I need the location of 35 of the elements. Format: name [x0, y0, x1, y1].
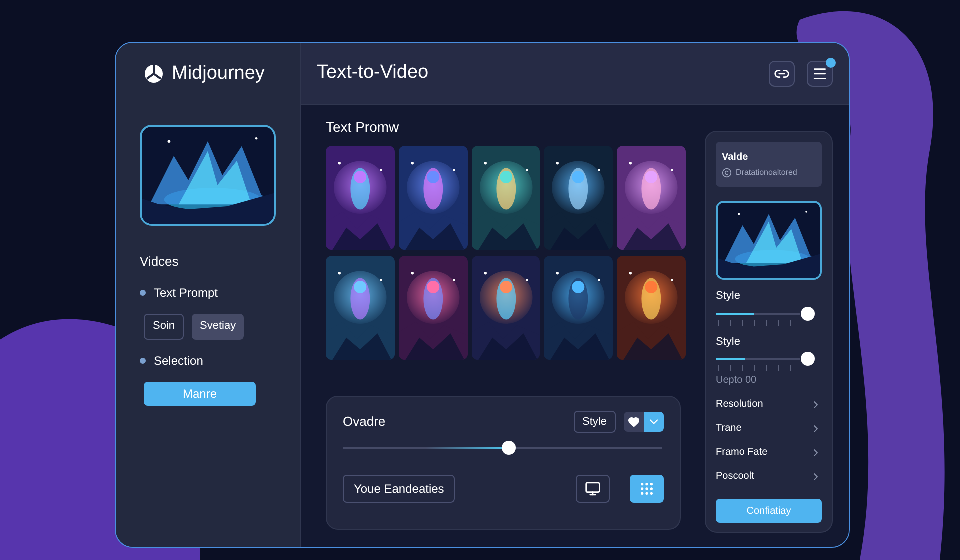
brand-name: Midjourney	[172, 62, 265, 86]
bullet-icon	[140, 358, 146, 364]
slider-thumb[interactable]	[801, 352, 815, 366]
action-button[interactable]: Youe Eandeaties	[343, 475, 456, 503]
page-title: Text-to-Video	[317, 61, 430, 86]
sidebar-button[interactable]: Soin	[144, 314, 184, 340]
control-label: Ovadre	[343, 413, 387, 432]
slider-thumb[interactable]	[502, 441, 516, 455]
style-button[interactable]: Style	[574, 411, 616, 433]
slider-label: Style	[716, 334, 742, 350]
copyright-icon	[722, 168, 732, 178]
header-button[interactable]	[807, 60, 833, 86]
slider-label: Style	[716, 289, 742, 304]
section-heading: Text Promw	[326, 118, 400, 137]
value-note: Uepto 00	[716, 374, 758, 388]
monitor-icon	[585, 481, 601, 497]
settings-row[interactable]: Trane	[716, 421, 822, 436]
menu-icon	[812, 66, 828, 82]
bullet-icon	[140, 290, 146, 296]
sidebar-button[interactable]: Svetiay	[192, 314, 244, 340]
section-label: Selection	[154, 352, 204, 370]
settings-row[interactable]: Poscoolt	[716, 469, 822, 484]
heart-icon	[628, 416, 640, 428]
card-subtitle: Dratationoaltored	[736, 167, 798, 179]
header-button[interactable]	[769, 60, 795, 86]
slider-thumb[interactable]	[801, 306, 815, 320]
settings-row[interactable]: Resolution	[716, 397, 822, 412]
sidebar-heading: Vidces	[140, 253, 180, 271]
logo-icon	[144, 64, 164, 84]
view-button[interactable]	[576, 475, 610, 503]
card-title: Valde	[722, 151, 750, 165]
grid-icon	[639, 481, 655, 497]
settings-row[interactable]: Framo Fate	[716, 445, 822, 460]
section-label: Text Prompt	[154, 284, 218, 302]
toggle-option[interactable]	[644, 412, 664, 432]
